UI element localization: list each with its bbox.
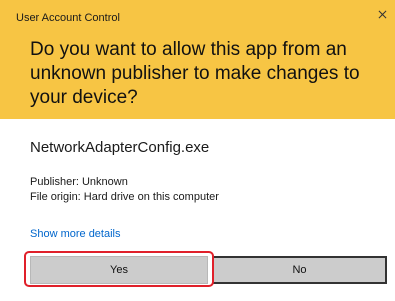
no-button[interactable]: No: [212, 256, 387, 284]
window-title: User Account Control: [16, 12, 120, 24]
uac-dialog: User Account Control Do you want to allo…: [0, 0, 395, 301]
consent-question: Do you want to allow this app from an un…: [30, 39, 360, 108]
dialog-header: User Account Control Do you want to allo…: [0, 0, 395, 119]
close-icon: [378, 6, 387, 24]
yes-button[interactable]: Yes: [30, 256, 208, 284]
close-button[interactable]: [373, 6, 391, 24]
file-origin-text: File origin: Hard drive on this computer: [30, 191, 219, 203]
publisher-text: Publisher: Unknown: [30, 176, 128, 188]
show-more-details-link[interactable]: Show more details: [30, 227, 121, 241]
dialog-body: NetworkAdapterConfig.exe Publisher: Unkn…: [0, 119, 395, 301]
app-meta: Publisher: Unknown File origin: Hard dri…: [30, 175, 219, 205]
app-name: NetworkAdapterConfig.exe: [30, 139, 210, 156]
